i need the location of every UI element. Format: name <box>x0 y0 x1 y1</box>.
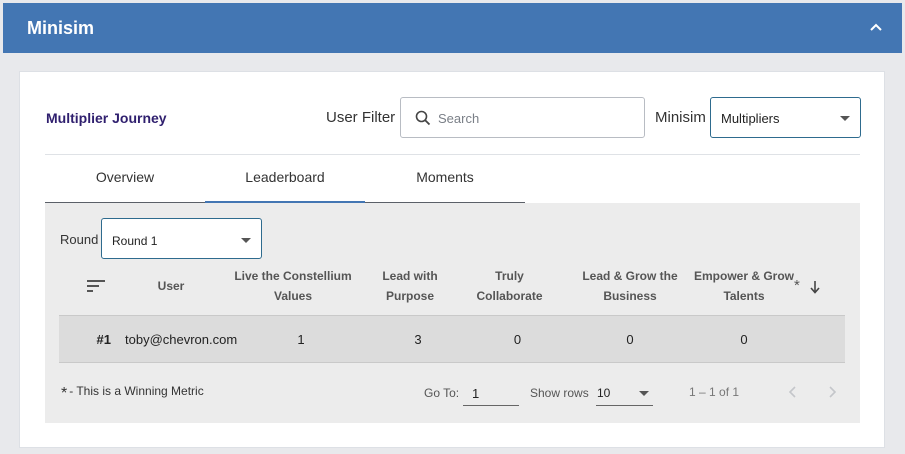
minisim-label: Minisim <box>655 109 706 126</box>
tab-leaderboard[interactable]: Leaderboard <box>205 155 365 203</box>
minisim-select-value: Multipliers <box>721 111 780 126</box>
user-filter-label: User Filter <box>326 109 396 126</box>
winning-metric-legend: * - This is a Winning Metric <box>61 384 204 403</box>
rows-per-page-select[interactable]: 10 <box>596 381 653 406</box>
search-box[interactable] <box>400 97 645 138</box>
column-header-metric[interactable]: Lead & Grow the Business <box>571 266 689 306</box>
column-header-user[interactable]: User <box>145 276 197 296</box>
chevron-left-icon[interactable] <box>785 384 801 400</box>
dropdown-caret-icon <box>639 391 649 396</box>
round-select-value: Round 1 <box>112 234 158 248</box>
sort-icon[interactable] <box>87 279 105 293</box>
column-header-metric[interactable]: Lead with Purpose <box>370 266 450 306</box>
rows-per-page-label: Show rows <box>530 386 589 400</box>
chevron-right-icon[interactable] <box>824 384 840 400</box>
column-header-metric[interactable]: Live the Constellium Values <box>230 266 356 306</box>
legend-star: * <box>61 385 68 402</box>
leaderboard-panel: Round Round 1 User Live the Constellium … <box>45 203 860 423</box>
tab-moments[interactable]: Moments <box>365 155 525 202</box>
metric-cell: 3 <box>414 332 422 347</box>
section-title: Minisim <box>27 18 95 38</box>
metric-cell: 0 <box>513 332 522 347</box>
tab-overview[interactable]: Overview <box>45 155 205 202</box>
rank-cell: #1 <box>96 332 111 347</box>
minisim-select[interactable]: Multipliers <box>710 97 861 138</box>
user-cell: toby@chevron.com <box>125 332 238 347</box>
round-select[interactable]: Round 1 <box>101 218 262 259</box>
metric-cell: 0 <box>740 332 748 347</box>
dropdown-caret-icon <box>840 116 850 121</box>
minisim-card: Multiplier Journey User Filter Minisim M… <box>19 71 885 448</box>
pagination-range: 1 – 1 of 1 <box>689 385 740 399</box>
column-header-metric[interactable]: Truly Collaborate <box>467 266 552 306</box>
table-row[interactable]: #1 toby@chevron.com 1 3 0 0 0 <box>59 315 845 363</box>
goto-page-input[interactable] <box>463 381 519 406</box>
chevron-up-icon[interactable] <box>868 19 884 35</box>
column-header-metric[interactable]: Empower & Grow Talents <box>693 266 795 306</box>
search-icon <box>415 110 431 126</box>
winning-metric-marker: * <box>794 277 800 294</box>
search-input[interactable] <box>438 108 633 128</box>
metric-cell: 1 <box>297 332 305 347</box>
tab-bar: Overview Leaderboard Moments <box>45 155 525 203</box>
section-header[interactable]: Minisim <box>3 3 902 53</box>
round-label: Round <box>60 232 99 247</box>
rows-per-page-value: 10 <box>597 386 611 400</box>
dropdown-caret-icon <box>241 238 251 243</box>
metric-cell: 0 <box>626 332 634 347</box>
journey-title: Multiplier Journey <box>46 110 167 126</box>
goto-label: Go To: <box>424 386 460 400</box>
arrow-down-icon[interactable] <box>809 280 821 294</box>
legend-text: - This is a Winning Metric <box>69 384 204 398</box>
